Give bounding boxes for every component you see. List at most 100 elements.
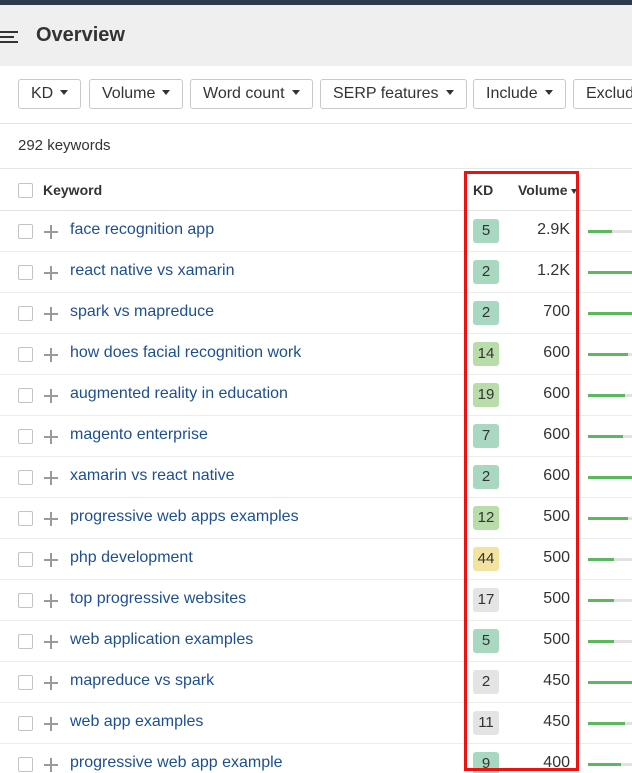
exclude-filter-label: Exclude (586, 85, 632, 102)
volume-trend-bar (588, 271, 632, 274)
keyword-link[interactable]: progressive web apps examples (70, 508, 299, 526)
keyword-link[interactable]: magento enterprise (70, 426, 208, 444)
volume-trend-bar (588, 763, 632, 766)
add-to-list-icon[interactable] (44, 389, 58, 403)
row-checkbox[interactable] (18, 675, 33, 690)
kd-filter-label: KD (31, 85, 54, 102)
kd-badge: 2 (473, 465, 499, 489)
row-checkbox[interactable] (18, 306, 33, 321)
table-row: react native vs xamarin 2 1.2K (0, 252, 632, 293)
volume-value: 600 (543, 385, 570, 402)
add-to-list-icon[interactable] (44, 307, 58, 321)
row-checkbox[interactable] (18, 224, 33, 239)
volume-filter-label: Volume (102, 85, 156, 102)
keyword-link[interactable]: xamarin vs react native (70, 467, 235, 485)
keyword-link[interactable]: web app examples (70, 713, 203, 731)
volume-value: 500 (543, 508, 570, 525)
trend-fill (588, 435, 624, 438)
row-checkbox[interactable] (18, 265, 33, 280)
keyword-link[interactable]: web application examples (70, 631, 253, 649)
add-to-list-icon[interactable] (44, 225, 58, 239)
kd-badge: 2 (473, 301, 499, 325)
table-row: magento enterprise 7 600 (0, 416, 632, 457)
volume-value: 600 (543, 426, 570, 443)
row-checkbox[interactable] (18, 511, 33, 526)
kd-badge: 17 (473, 588, 499, 612)
add-to-list-icon[interactable] (44, 717, 58, 731)
add-to-list-icon[interactable] (44, 553, 58, 567)
volume-value: 450 (543, 713, 570, 730)
trend-fill (588, 558, 615, 561)
table-row: mapreduce vs spark 2 450 (0, 662, 632, 703)
row-checkbox[interactable] (18, 388, 33, 403)
keyword-link[interactable]: php development (70, 549, 193, 567)
chevron-down-icon (60, 90, 69, 96)
add-to-list-icon[interactable] (44, 471, 58, 485)
keyword-column-header[interactable]: Keyword (43, 182, 102, 198)
row-checkbox[interactable] (18, 470, 33, 485)
volume-value: 1.2K (537, 262, 570, 279)
table-row: web app examples 11 450 (0, 703, 632, 744)
page-header: Overview (0, 5, 632, 66)
table-row: augmented reality in education 19 600 (0, 375, 632, 416)
results-summary: 292 keywords (0, 125, 632, 169)
kd-filter-button[interactable]: KD (18, 79, 82, 109)
add-to-list-icon[interactable] (44, 635, 58, 649)
exclude-filter-button[interactable]: Exclude (573, 79, 632, 109)
volume-trend-bar (588, 681, 632, 684)
kd-column-header[interactable]: KD (473, 182, 493, 198)
volume-trend-bar (588, 435, 632, 438)
kd-badge: 9 (473, 752, 499, 773)
add-to-list-icon[interactable] (44, 430, 58, 444)
keyword-link[interactable]: top progressive websites (70, 590, 246, 608)
add-to-list-icon[interactable] (44, 266, 58, 280)
kd-badge: 11 (473, 711, 499, 735)
chevron-down-icon (162, 90, 171, 96)
row-checkbox[interactable] (18, 429, 33, 444)
volume-trend-bar (588, 394, 632, 397)
volume-column-header[interactable]: Volume (518, 182, 577, 198)
add-to-list-icon[interactable] (44, 512, 58, 526)
table-row: php development 44 500 (0, 539, 632, 580)
volume-filter-button[interactable]: Volume (89, 79, 184, 109)
volume-value: 600 (543, 467, 570, 484)
trend-fill (588, 394, 626, 397)
add-to-list-icon[interactable] (44, 676, 58, 690)
keyword-link[interactable]: react native vs xamarin (70, 262, 235, 280)
keyword-link[interactable]: how does facial recognition work (70, 344, 301, 362)
row-checkbox[interactable] (18, 716, 33, 731)
volume-value: 500 (543, 549, 570, 566)
volume-trend-bar (588, 476, 632, 479)
trend-fill (588, 763, 621, 766)
hamburger-menu-icon[interactable] (0, 30, 18, 44)
row-checkbox[interactable] (18, 552, 33, 567)
chevron-down-icon (445, 90, 454, 96)
chevron-down-icon (291, 90, 300, 96)
volume-trend-bar (588, 558, 632, 561)
keyword-link[interactable]: augmented reality in education (70, 385, 288, 403)
include-filter-button[interactable]: Include (473, 79, 566, 109)
trend-fill (588, 312, 632, 315)
trend-fill (588, 271, 632, 274)
volume-trend-bar (588, 230, 632, 233)
add-to-list-icon[interactable] (44, 758, 58, 772)
add-to-list-icon[interactable] (44, 594, 58, 608)
table-row: progressive web apps examples 12 500 (0, 498, 632, 539)
keyword-link[interactable]: progressive web app example (70, 754, 283, 772)
keyword-link[interactable]: mapreduce vs spark (70, 672, 214, 690)
add-to-list-icon[interactable] (44, 348, 58, 362)
row-checkbox[interactable] (18, 593, 33, 608)
word-count-filter-button[interactable]: Word count (190, 79, 313, 109)
keyword-link[interactable]: face recognition app (70, 221, 214, 239)
serp-features-filter-button[interactable]: SERP features (320, 79, 467, 109)
volume-value: 500 (543, 631, 570, 648)
select-all-checkbox[interactable] (18, 183, 33, 198)
row-checkbox[interactable] (18, 757, 33, 772)
kd-badge: 19 (473, 383, 499, 407)
trend-fill (588, 230, 613, 233)
volume-value: 600 (543, 344, 570, 361)
row-checkbox[interactable] (18, 634, 33, 649)
row-checkbox[interactable] (18, 347, 33, 362)
sort-descending-icon (570, 188, 577, 194)
keyword-link[interactable]: spark vs mapreduce (70, 303, 214, 321)
